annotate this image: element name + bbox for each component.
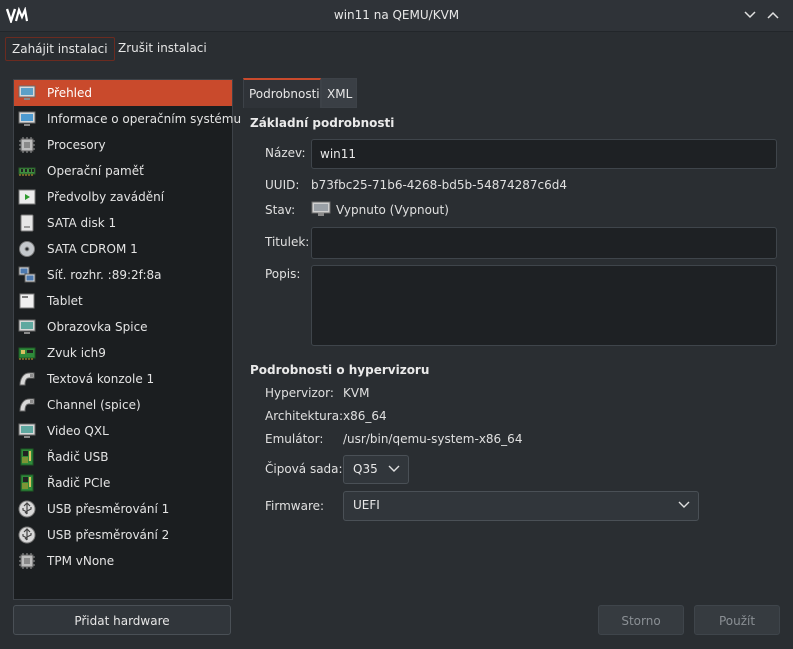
status-value: Vypnuto (Vypnout) — [336, 203, 449, 217]
chipset-value: Q35 — [353, 462, 378, 476]
sidebar-item-label: Video QXL — [47, 424, 109, 438]
console-icon — [18, 370, 36, 388]
sidebar-item-label: USB přesměrování 1 — [47, 502, 170, 516]
sidebar-item-sata-cdrom[interactable]: SATA CDROM 1 — [14, 236, 232, 262]
title-field[interactable] — [311, 227, 777, 259]
sidebar-item-label: USB přesměrování 2 — [47, 528, 170, 542]
firmware-label: Firmware: — [265, 499, 325, 513]
sidebar-item-label: Channel (spice) — [47, 398, 141, 412]
sidebar-item-label: Zvuk ich9 — [47, 346, 106, 360]
sidebar-item-pcie-controller[interactable]: Řadič PCIe — [14, 470, 232, 496]
description-label: Popis: — [265, 267, 301, 281]
sidebar-item-label: Přehled — [47, 86, 93, 100]
tpm-icon — [18, 552, 36, 570]
cdrom-icon — [18, 240, 36, 258]
add-hardware-button[interactable]: Přidat hardware — [13, 605, 231, 635]
sidebar-item-label: SATA CDROM 1 — [47, 242, 138, 256]
hypervisor-value: KVM — [343, 386, 370, 400]
minimize-icon[interactable] — [743, 8, 757, 22]
tablet-icon — [18, 292, 36, 310]
sidebar-item-label: Operační paměť — [47, 164, 144, 178]
sidebar-item-tablet[interactable]: Tablet — [14, 288, 232, 314]
os-info-icon — [18, 110, 36, 128]
overview-icon — [18, 84, 36, 102]
channel-icon — [18, 396, 36, 414]
sidebar-item-usb-controller[interactable]: Řadič USB — [14, 444, 232, 470]
name-field[interactable]: win11 — [311, 139, 777, 169]
sidebar-item-label: SATA disk 1 — [47, 216, 117, 230]
sidebar-item-label: Síť. rozhr. :89:2f:8a — [47, 268, 162, 282]
cpu-icon — [18, 136, 36, 154]
cancel-install-button[interactable]: Zrušit instalaci — [112, 37, 213, 59]
sidebar-item-overview[interactable]: Přehled — [14, 80, 232, 106]
sidebar-item-label: TPM vNone — [47, 554, 115, 568]
sidebar-item-sound[interactable]: Zvuk ich9 — [14, 340, 232, 366]
basic-details-heading: Základní podrobnosti — [250, 116, 395, 130]
hardware-list: Přehled Informace o operačním systému Pr… — [13, 79, 241, 600]
hypervisor-details-heading: Podrobnosti o hypervizoru — [250, 363, 430, 377]
sidebar-item-memory[interactable]: Operační paměť — [14, 158, 232, 184]
sidebar-item-label: Obrazovka Spice — [47, 320, 148, 334]
usb-redirect-icon — [18, 526, 36, 544]
usb-redirect-icon — [18, 500, 36, 518]
chevron-down-icon — [388, 464, 400, 474]
chipset-label: Čipová sada: — [265, 462, 343, 476]
architecture-label: Architektura: — [265, 409, 344, 423]
sidebar-item-cpu[interactable]: Procesory — [14, 132, 232, 158]
sidebar-item-label: Předvolby zavádění — [47, 190, 165, 204]
firmware-value: UEFI — [353, 498, 380, 512]
vm-shutoff-icon — [311, 201, 331, 217]
pcie-controller-icon — [18, 474, 36, 492]
maximize-icon[interactable] — [766, 8, 780, 22]
emulator-label: Emulátor: — [265, 432, 324, 446]
description-field[interactable] — [311, 265, 777, 346]
tab-xml[interactable]: XML — [321, 78, 357, 108]
cancel-button[interactable]: Storno — [598, 605, 684, 635]
status-label: Stav: — [265, 203, 296, 217]
sidebar-item-sata-disk[interactable]: SATA disk 1 — [14, 210, 232, 236]
firmware-select[interactable]: UEFI — [343, 491, 699, 521]
uuid-value: b73fbc25-71b6-4268-bd5b-54874287c6d4 — [311, 178, 568, 192]
sidebar-item-display-spice[interactable]: Obrazovka Spice — [14, 314, 232, 340]
name-label: Název: — [265, 146, 306, 160]
sidebar-item-label: Informace o operačním systému — [47, 112, 242, 126]
hypervisor-label: Hypervizor: — [265, 386, 334, 400]
chipset-select[interactable]: Q35 — [343, 455, 409, 484]
toolbar: Zahájit instalaci Zrušit instalaci — [0, 32, 793, 66]
architecture-value: x86_64 — [343, 409, 387, 423]
title-bar: win11 na QEMU/KVM — [0, 0, 793, 32]
sidebar-item-label: Řadič PCIe — [47, 476, 111, 490]
display-icon — [18, 318, 36, 336]
apply-button[interactable]: Použít — [694, 605, 780, 635]
sound-card-icon — [18, 344, 36, 362]
boot-options-icon — [18, 188, 36, 206]
sidebar-item-text-console[interactable]: Textová konzole 1 — [14, 366, 232, 392]
sidebar-item-tpm[interactable]: TPM vNone — [14, 548, 232, 574]
chevron-down-icon — [678, 500, 690, 510]
sidebar-item-network[interactable]: Síť. rozhr. :89:2f:8a — [14, 262, 232, 288]
tab-details[interactable]: Podrobnosti — [243, 78, 321, 108]
title-label: Titulek: — [265, 235, 310, 249]
sidebar-item-video-qxl[interactable]: Video QXL — [14, 418, 232, 444]
sidebar-item-channel-spice[interactable]: Channel (spice) — [14, 392, 232, 418]
emulator-value: /usr/bin/qemu-system-x86_64 — [343, 432, 523, 446]
sidebar-item-boot-options[interactable]: Předvolby zavádění — [14, 184, 232, 210]
begin-install-button[interactable]: Zahájit instalaci — [5, 37, 115, 61]
sidebar-item-os-info[interactable]: Informace o operačním systému — [14, 106, 241, 132]
window-title: win11 na QEMU/KVM — [333, 8, 460, 22]
sidebar-item-usb-redirect-1[interactable]: USB přesměrování 1 — [14, 496, 232, 522]
network-icon — [18, 266, 36, 284]
usb-controller-icon — [18, 448, 36, 466]
sidebar-item-label: Tablet — [47, 294, 83, 308]
sidebar-item-label: Řadič USB — [47, 450, 109, 464]
memory-icon — [18, 162, 36, 180]
sidebar-item-usb-redirect-2[interactable]: USB přesměrování 2 — [14, 522, 232, 548]
sidebar-item-label: Textová konzole 1 — [47, 372, 155, 386]
disk-icon — [18, 214, 36, 232]
sidebar-item-label: Procesory — [47, 138, 106, 152]
video-icon — [18, 422, 36, 440]
uuid-label: UUID: — [265, 178, 300, 192]
